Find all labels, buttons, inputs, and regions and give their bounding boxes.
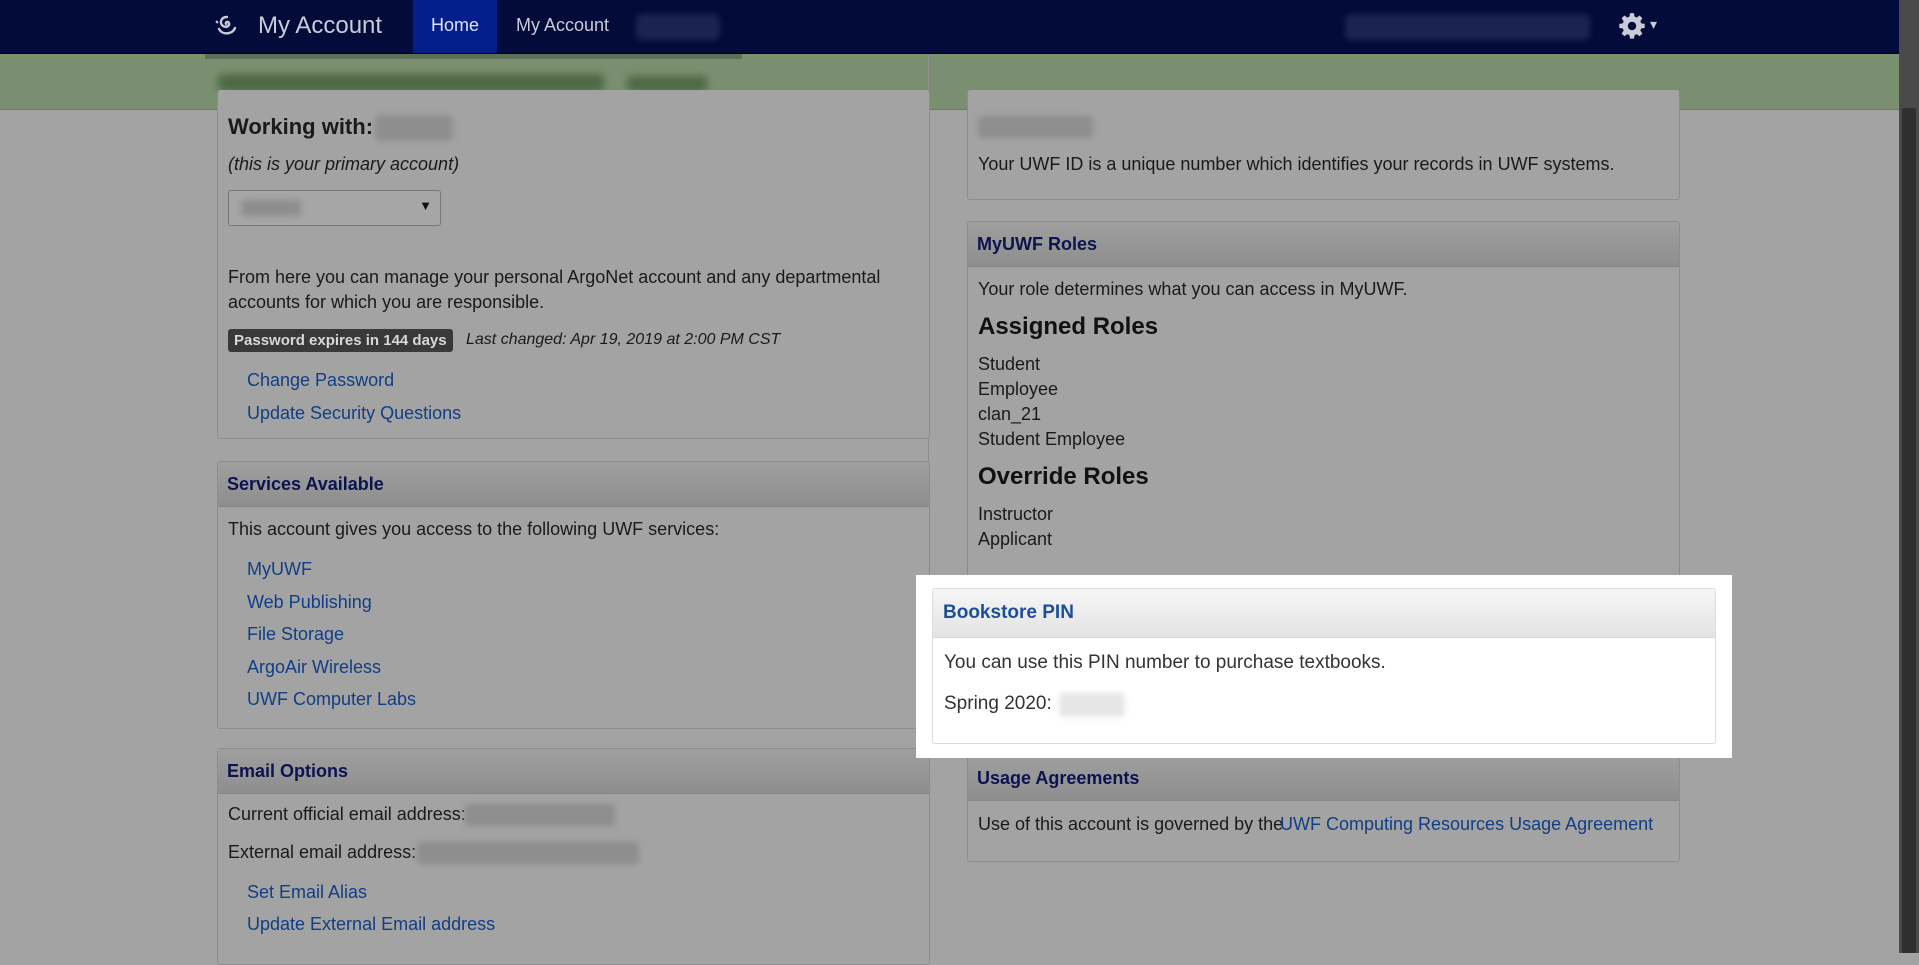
external-email-label: External email address: bbox=[228, 842, 417, 862]
alert-divider bbox=[205, 54, 742, 59]
email-options-title: Email Options bbox=[218, 749, 929, 794]
service-link-argoair-wireless[interactable]: ArgoAir Wireless bbox=[247, 657, 381, 678]
myuwf-roles-title: MyUWF Roles bbox=[968, 222, 1679, 267]
update-security-questions-link[interactable]: Update Security Questions bbox=[247, 403, 461, 424]
service-link-file-storage[interactable]: File Storage bbox=[247, 624, 344, 645]
page-scrollbar[interactable] bbox=[1899, 0, 1919, 953]
usage-agreements-title: Usage Agreements bbox=[968, 756, 1679, 801]
scrollbar-thumb[interactable] bbox=[1902, 108, 1916, 953]
top-navbar: My Account Home My Account ▾ bbox=[0, 0, 1899, 54]
myuwf-roles-panel: MyUWF Roles bbox=[967, 221, 1680, 577]
redacted-username bbox=[375, 115, 453, 141]
set-email-alias-link[interactable]: Set Email Alias bbox=[247, 882, 367, 903]
bookstore-pin-panel: Bookstore PIN You can use this PIN numbe… bbox=[932, 588, 1716, 744]
usage-agreement-link[interactable]: UWF Computing Resources Usage Agreement bbox=[1280, 814, 1653, 835]
intro-text-line2: accounts for which you are responsible. bbox=[228, 292, 545, 312]
official-email-label: Current official email address: bbox=[228, 804, 466, 824]
bookstore-term-label: Spring 2020: bbox=[944, 693, 1052, 714]
roles-intro: Your role determines what you can access… bbox=[978, 279, 1408, 299]
override-roles-heading: Override Roles bbox=[978, 463, 1149, 490]
bookstore-pin-highlight: Bookstore PIN You can use this PIN numbe… bbox=[916, 575, 1732, 758]
redacted-selected-account bbox=[241, 200, 301, 216]
services-title: Services Available bbox=[218, 462, 929, 507]
account-select[interactable]: ▼ bbox=[228, 190, 441, 226]
chevron-down-icon: ▼ bbox=[419, 198, 432, 213]
role-item: Student bbox=[978, 354, 1041, 374]
primary-account-note: (this is your primary account) bbox=[228, 154, 460, 174]
redacted-external-email bbox=[417, 842, 639, 864]
service-link-computer-labs[interactable]: UWF Computer Labs bbox=[247, 689, 416, 710]
update-external-email-link[interactable]: Update External Email address bbox=[247, 914, 495, 935]
override-role-item: Instructor bbox=[978, 504, 1054, 524]
brand-title[interactable]: My Account bbox=[258, 12, 382, 40]
redacted-pin-value bbox=[1059, 693, 1125, 717]
change-password-link[interactable]: Change Password bbox=[247, 370, 394, 391]
role-item: Employee bbox=[978, 379, 1059, 399]
override-role-item: Applicant bbox=[978, 529, 1053, 549]
chevron-down-icon[interactable]: ▾ bbox=[1650, 16, 1657, 33]
argonet-logo-icon bbox=[215, 15, 237, 35]
uwf-id-panel bbox=[967, 90, 1680, 200]
password-expiry-badge: Password expires in 144 days bbox=[228, 329, 453, 352]
uwf-id-description: Your UWF ID is a unique number which ide… bbox=[978, 154, 1615, 174]
bookstore-pin-description: You can use this PIN number to purchase … bbox=[944, 652, 1386, 673]
role-item: clan_21 bbox=[978, 404, 1042, 424]
usage-text: Use of this account is governed by the bbox=[978, 814, 1284, 834]
services-intro: This account gives you access to the fol… bbox=[228, 519, 720, 539]
working-with-label: Working with: bbox=[228, 114, 374, 139]
bookstore-pin-title: Bookstore PIN bbox=[933, 589, 1715, 638]
redacted-nav-item[interactable] bbox=[636, 14, 720, 40]
role-item: Student Employee bbox=[978, 429, 1126, 449]
service-link-myuwf[interactable]: MyUWF bbox=[247, 559, 312, 580]
redacted-working-as bbox=[1345, 14, 1590, 40]
nav-home-tab[interactable]: Home bbox=[413, 0, 498, 53]
redacted-official-email bbox=[465, 804, 615, 826]
gear-icon[interactable] bbox=[1618, 12, 1646, 40]
service-link-web-publishing[interactable]: Web Publishing bbox=[247, 592, 372, 613]
password-last-changed: Last changed: Apr 19, 2019 at 2:00 PM CS… bbox=[466, 331, 781, 348]
usage-agreements-panel: Usage Agreements bbox=[967, 755, 1680, 862]
assigned-roles-heading: Assigned Roles bbox=[978, 313, 1159, 340]
nav-my-account-tab[interactable]: My Account bbox=[498, 0, 627, 53]
intro-text-line1: From here you can manage your personal A… bbox=[228, 267, 881, 287]
redacted-uwf-id bbox=[978, 116, 1093, 138]
